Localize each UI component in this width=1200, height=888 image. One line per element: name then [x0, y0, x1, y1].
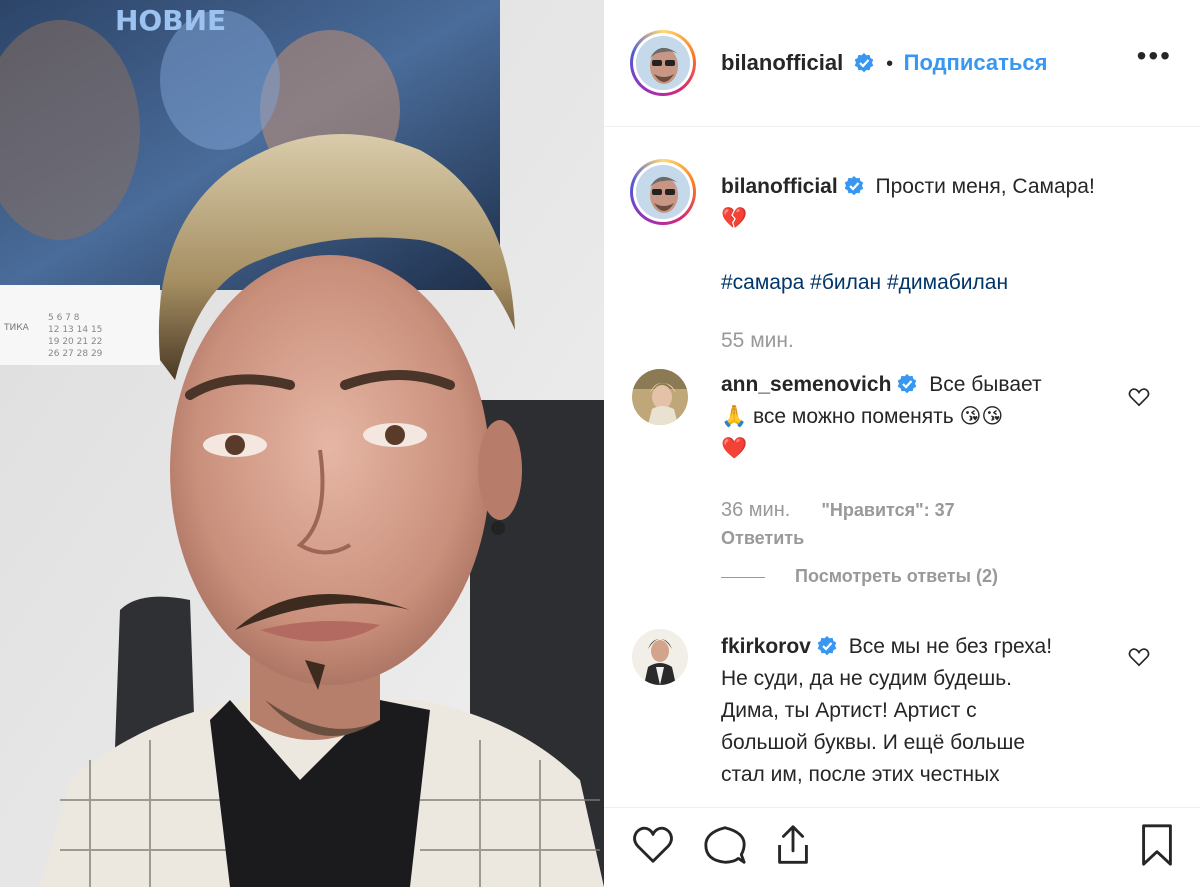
svg-text:19 20 21 22: 19 20 21 22	[48, 337, 102, 347]
comment-timestamp[interactable]: 36 мин.	[721, 499, 790, 521]
broken-heart-emoji: 💔	[721, 207, 748, 230]
avatar-image	[632, 629, 688, 685]
comment-username[interactable]: ann_semenovich	[721, 373, 891, 396]
comment-body-line2: все можно поменять	[753, 405, 954, 428]
caption-author-avatar[interactable]	[630, 159, 696, 225]
comments-list: bilanofficial Прости меня, Самара! 💔 #са…	[604, 127, 1200, 807]
bookmark-icon[interactable]	[1134, 822, 1180, 868]
svg-text:5 6 7 8: 5 6 7 8	[48, 313, 80, 323]
caption-text: bilanofficial Прости меня, Самара! 💔	[721, 171, 1161, 235]
comment-body-line: Все мы не без греха!	[848, 635, 1053, 658]
post-details-panel: bilanofficial • Подписаться ••• bilanoff…	[604, 0, 1200, 887]
verified-badge-icon	[898, 374, 917, 394]
comment-username[interactable]: fkirkorov	[721, 635, 811, 658]
commenter-avatar[interactable]	[632, 369, 688, 425]
author-username[interactable]: bilanofficial	[721, 50, 843, 75]
comment-body-line1: Все бывает	[929, 373, 1042, 396]
view-replies-label: Посмотреть ответы (2)	[795, 566, 998, 586]
verified-badge-icon	[844, 176, 863, 196]
post-header: bilanofficial • Подписаться •••	[604, 0, 1200, 127]
selfie-image: НОВИЕ ТИКА 5 6 7 8 12 13 14 15 19 20 21 …	[0, 0, 604, 887]
post-photo[interactable]: НОВИЕ ТИКА 5 6 7 8 12 13 14 15 19 20 21 …	[0, 0, 604, 887]
heart-outline-icon[interactable]	[630, 822, 676, 868]
heart-emoji: ❤️	[721, 437, 748, 460]
comment-meta: 36 мин. "Нравится": 37	[721, 499, 955, 522]
caption-body: Прости меня, Самара!	[875, 175, 1095, 198]
replies-divider-line	[721, 576, 765, 578]
calendar-label: ТИКА	[3, 323, 30, 333]
comment-body-line: Дима, ты Артист! Артист с	[721, 699, 977, 722]
view-replies-button[interactable]: Посмотреть ответы (2)	[721, 566, 998, 587]
comment-text: ann_semenovich Все бывает 🙏 все можно по…	[721, 369, 1131, 465]
comment-body-line: большой буквы. И ещё больше	[721, 731, 1026, 754]
share-upload-icon[interactable]	[770, 822, 816, 868]
follow-button[interactable]: Подписаться	[904, 50, 1048, 75]
speech-bubble-icon[interactable]	[702, 822, 748, 868]
comment-body-line: стал им, после этих честных	[721, 763, 1000, 786]
separator-dot: •	[886, 53, 894, 75]
kiss-emoji: 😘😘	[959, 405, 1004, 428]
reply-button[interactable]: Ответить	[721, 528, 804, 549]
caption-timestamp[interactable]: 55 мин.	[721, 329, 794, 353]
caption-hashtags[interactable]: #самара #билан #димабилан	[721, 267, 1008, 299]
comment-text: fkirkorov Все мы не без греха! Не суди, …	[721, 631, 1151, 791]
svg-text:26 27 28 29: 26 27 28 29	[48, 349, 103, 359]
verified-badge-icon	[817, 636, 837, 656]
verified-badge-icon	[854, 53, 874, 73]
instagram-post-view: НОВИЕ ТИКА 5 6 7 8 12 13 14 15 19 20 21 …	[0, 0, 1200, 887]
avatar-image	[632, 369, 688, 425]
header-author-row: bilanofficial • Подписаться	[721, 50, 1047, 76]
more-options-icon[interactable]: •••	[1137, 42, 1172, 70]
comment-body-line: Не суди, да не судим будешь.	[721, 667, 1012, 690]
author-avatar[interactable]	[630, 30, 696, 96]
avatar-image	[636, 36, 690, 90]
post-action-bar	[604, 807, 1200, 888]
pray-emoji: 🙏	[721, 405, 748, 428]
caption-username[interactable]: bilanofficial	[721, 175, 838, 198]
svg-text:12 13 14 15: 12 13 14 15	[48, 325, 102, 335]
commenter-avatar[interactable]	[632, 629, 688, 685]
comment-likes-count[interactable]: "Нравится": 37	[821, 500, 954, 520]
comment-like-heart-icon[interactable]	[1128, 647, 1150, 667]
avatar-image	[636, 165, 690, 219]
comment-like-heart-icon[interactable]	[1128, 387, 1150, 407]
poster-text: НОВИЕ	[115, 4, 226, 37]
